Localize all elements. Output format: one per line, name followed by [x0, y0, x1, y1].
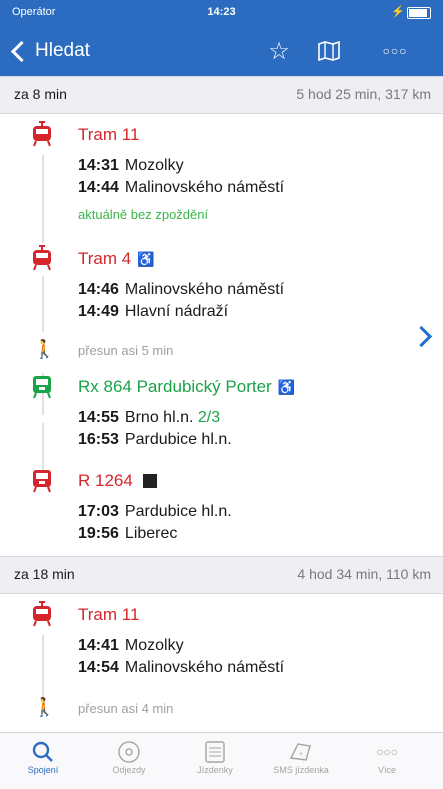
tab-odjezdy[interactable]: Odjezdy	[86, 737, 172, 787]
stop-time: 19:56	[78, 525, 119, 542]
tram-icon	[30, 245, 54, 271]
tram-icon	[30, 601, 54, 627]
train-icon	[30, 373, 54, 399]
stop-row: 14:41 Mozolky	[78, 637, 184, 655]
stop-time: 16:53	[78, 431, 119, 448]
battery-icon	[407, 7, 431, 19]
stop-time: 17:03	[78, 503, 119, 520]
tram-icon	[30, 121, 54, 147]
svg-text:+: +	[299, 751, 303, 758]
charging-icon: ⚡	[391, 6, 405, 18]
timeline-line	[42, 155, 44, 243]
more-icon[interactable]: ○○○	[380, 36, 410, 66]
connection-header: za 18 min 4 hod 34 min, 110 km	[0, 556, 443, 594]
chevron-right-icon[interactable]	[410, 325, 433, 348]
tab-jizdenky[interactable]: Jízdenky	[172, 737, 258, 787]
connection-item[interactable]: Tram 11 14:41 Mozolky 14:54 Malinovského n…	[0, 593, 443, 733]
departure-in: za 8 min	[14, 86, 67, 102]
stop-name: Liberec	[124, 525, 178, 542]
leg-title-text: R 1264	[78, 471, 133, 490]
leg-title: Tram 11	[78, 125, 140, 144]
tab-label: Odjezdy	[112, 765, 146, 775]
status-time: 14:23	[207, 6, 236, 18]
stop-time: 14:49	[78, 303, 119, 320]
platform-number: 2/3	[197, 409, 221, 426]
ticket-icon	[172, 737, 258, 765]
duration-distance: 5 hod 25 min, 317 km	[296, 86, 431, 102]
status-bar: Operátor 14:23 ⚡	[0, 0, 443, 26]
tab-sms-jizdenka[interactable]: + SMS jízdenka	[258, 737, 344, 787]
wheelchair-icon: ♿	[137, 251, 155, 267]
stop-time: 14:54	[78, 659, 119, 676]
connection-item[interactable]: Tram 11 14:31 Mozolky 14:44 Malinovského n…	[0, 113, 443, 553]
stop-name: Malinovského náměstí	[124, 281, 285, 298]
more-icon: ○○○	[376, 745, 398, 759]
train-icon	[30, 467, 54, 493]
stop-time: 14:31	[78, 157, 119, 174]
leg-title: R 1264	[78, 471, 157, 491]
stop-row: 19:56 Liberec	[78, 525, 177, 543]
tab-label: Více	[377, 765, 396, 775]
leg-title-text: Tram 4	[78, 249, 132, 268]
leg-title: Rx 864 Pardubický Porter ♿	[78, 377, 295, 397]
walking-icon: 🚶	[33, 339, 56, 359]
timeline-line	[42, 276, 44, 332]
transfer-note: přesun asi 5 min	[78, 343, 174, 358]
star-icon[interactable]: ☆	[264, 36, 294, 66]
stop-name: Hlavní nádraží	[124, 303, 229, 320]
stop-row: 14:55 Brno hl.n. 2/3	[78, 409, 220, 427]
wheelchair-icon: ♿	[277, 379, 296, 395]
stop-time: 14:55	[78, 409, 119, 426]
app-screen: Operátor 14:23 ⚡ Hledat ☆ ○○○ za 8 min 5…	[0, 0, 443, 789]
stop-row: 14:44 Malinovského náměstí	[78, 179, 284, 197]
leg-title: Tram 4 ♿	[78, 249, 155, 269]
transfer-note: přesun asi 4 min	[78, 701, 174, 716]
tab-vice[interactable]: ○○○ Více	[344, 737, 430, 787]
search-icon	[0, 737, 86, 765]
walking-icon: 🚶	[33, 697, 56, 717]
leg-title-text: Rx 864 Pardubický Porter	[78, 377, 272, 396]
tab-label: Spojení	[27, 765, 59, 775]
stop-row: 17:03 Pardubice hl.n.	[78, 503, 232, 521]
stop-time: 14:46	[78, 281, 119, 298]
tab-label: Jízdenky	[197, 765, 233, 775]
connection-header: za 8 min 5 hod 25 min, 317 km	[0, 76, 443, 114]
stop-name: Malinovského náměstí	[124, 659, 285, 676]
leg-title: Tram 11	[78, 605, 140, 624]
top-bar: Operátor 14:23 ⚡ Hledat ☆ ○○○	[0, 0, 443, 76]
stop-name: Pardubice hl.n.	[124, 431, 232, 448]
stop-row: 14:31 Mozolky	[78, 157, 184, 175]
duration-distance: 4 hod 34 min, 110 km	[297, 566, 431, 582]
sms-ticket-icon: +	[258, 737, 344, 765]
tab-spojeni[interactable]: Spojení	[0, 737, 86, 787]
departure-in: za 18 min	[14, 566, 75, 582]
stop-time: 14:44	[78, 179, 119, 196]
map-icon[interactable]	[314, 36, 344, 66]
stop-row: 14:54 Malinovského náměstí	[78, 659, 284, 677]
departures-icon	[86, 737, 172, 765]
stop-name: Malinovského náměstí	[124, 179, 285, 196]
stop-row: 14:46 Malinovského náměstí	[78, 281, 284, 299]
chevron-left-icon	[10, 40, 33, 62]
back-button[interactable]: Hledat	[10, 34, 90, 68]
tab-bar: Spojení Odjezdy Jízdenky + SMS jízdenka …	[0, 732, 443, 789]
stop-name: Pardubice hl.n.	[124, 503, 232, 520]
stop-name: Brno hl.n.	[124, 409, 194, 426]
stop-time: 14:41	[78, 637, 119, 654]
timeline-line	[42, 635, 44, 697]
back-label: Hledat	[35, 40, 90, 61]
navigation-bar: Hledat ☆ ○○○	[0, 26, 443, 76]
wheelchair-dark-icon	[142, 474, 157, 488]
tab-label: SMS jízdenka	[273, 765, 329, 775]
delay-status: aktuálně bez zpoždění	[78, 207, 209, 222]
stop-row: 16:53 Pardubice hl.n.	[78, 431, 232, 449]
stop-name: Mozolky	[124, 157, 184, 174]
stop-row: 14:49 Hlavní nádraží	[78, 303, 228, 321]
stop-name: Mozolky	[124, 637, 184, 654]
